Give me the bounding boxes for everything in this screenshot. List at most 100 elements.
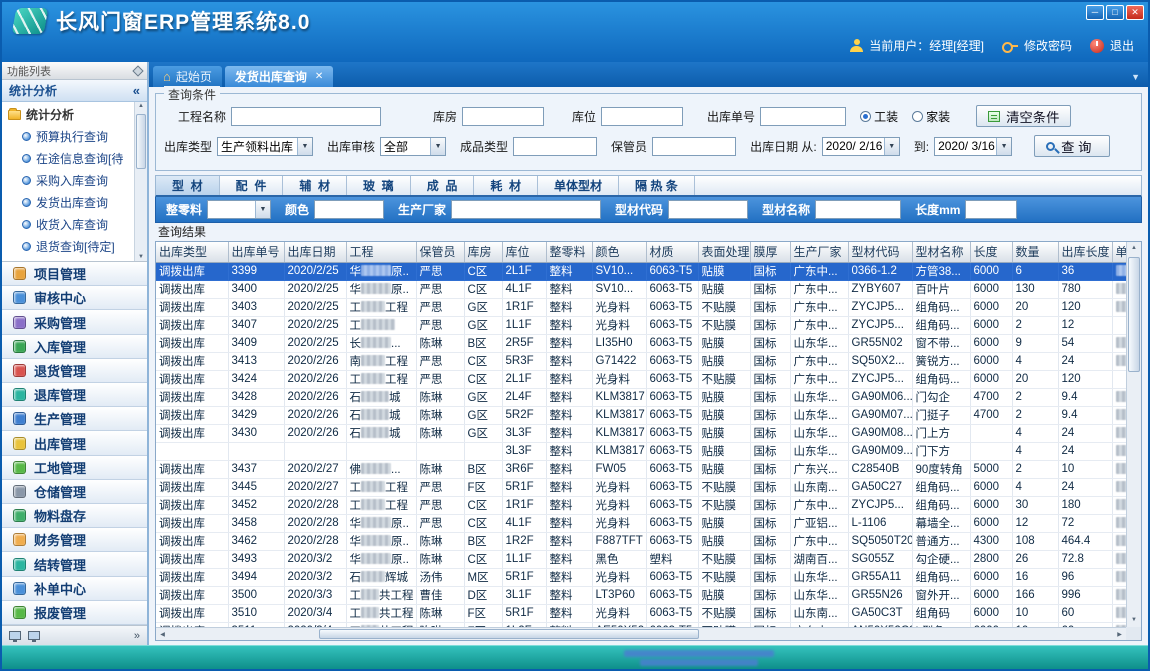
date-to-picker[interactable]: 2020/ 3/16 ▼ bbox=[934, 137, 1012, 156]
monitor-icon[interactable] bbox=[9, 631, 21, 640]
sidebar-item-outbound[interactable]: 出库管理 bbox=[2, 431, 147, 455]
computer-icon[interactable] bbox=[28, 631, 40, 640]
material-tab-profile[interactable]: 型 材 bbox=[156, 176, 220, 195]
minimize-button[interactable]: ─ bbox=[1086, 5, 1104, 20]
dropdown-arrow-icon[interactable]: ▼ bbox=[297, 138, 312, 155]
tree-item[interactable]: 退货查询[待定] bbox=[4, 235, 133, 257]
radio-gongzhuang[interactable] bbox=[860, 111, 871, 122]
tree-root[interactable]: 统计分析 bbox=[4, 104, 133, 125]
column-header[interactable]: 出库单号 bbox=[228, 242, 284, 262]
sidebar-item-audit[interactable]: 审核中心 bbox=[2, 286, 147, 310]
sidebar-item-stocktake[interactable]: 物料盘存 bbox=[2, 504, 147, 528]
column-header[interactable]: 数量 bbox=[1012, 242, 1058, 262]
tree-item[interactable]: 在途信息查询[待 bbox=[4, 147, 133, 169]
column-header[interactable]: 出库长度 bbox=[1058, 242, 1112, 262]
scroll-up-icon[interactable]: ▲ bbox=[138, 103, 144, 109]
scroll-down-icon[interactable]: ▼ bbox=[138, 254, 144, 260]
table-row[interactable]: 调拨出库34242020/2/26工工程严思C区2L1F整料光身料6063-T5… bbox=[156, 370, 1142, 388]
tree-scroll-thumb[interactable] bbox=[136, 114, 146, 169]
column-header[interactable]: 长度 bbox=[970, 242, 1012, 262]
product-type-input[interactable] bbox=[513, 137, 597, 156]
table-row[interactable]: 调拨出库34072020/2/25工严思G区1L1F整料光身料6063-T5不贴… bbox=[156, 316, 1142, 334]
tree-item[interactable]: 预算执行查询 bbox=[4, 125, 133, 147]
close-button[interactable]: ✕ bbox=[1126, 5, 1144, 20]
sidebar-item-return-store[interactable]: 退库管理 bbox=[2, 383, 147, 407]
table-row[interactable]: 调拨出库34002020/2/25华原..严思C区4L1F整料SV10...60… bbox=[156, 280, 1142, 298]
tab-close-icon[interactable]: ✕ bbox=[315, 71, 323, 82]
table-row[interactable]: 调拨出库34942020/3/2石辉城汤伟M区5R1F整料光身料6063-T5不… bbox=[156, 568, 1142, 586]
column-header[interactable]: 库房 bbox=[464, 242, 502, 262]
scroll-up-icon[interactable]: ▲ bbox=[1127, 242, 1141, 255]
column-header[interactable]: 型材代码 bbox=[848, 242, 912, 262]
manufacturer-input[interactable] bbox=[451, 200, 601, 219]
whole-part-select[interactable]: 全部 ▼ bbox=[207, 200, 271, 219]
tree-item[interactable]: 发货出库查询 bbox=[4, 191, 133, 213]
dropdown-arrow-icon[interactable]: ▼ bbox=[255, 201, 270, 218]
sidebar-item-site[interactable]: 工地管理 bbox=[2, 456, 147, 480]
column-header[interactable]: 膜厚 bbox=[750, 242, 790, 262]
column-header[interactable]: 出库类型 bbox=[156, 242, 228, 262]
column-header[interactable]: 出库日期 bbox=[284, 242, 346, 262]
warehouse-input[interactable] bbox=[462, 107, 544, 126]
sidebar-item-returns[interactable]: 退货管理 bbox=[2, 359, 147, 383]
out-type-select[interactable]: 生产领料出库 ▼ bbox=[217, 137, 313, 156]
table-row[interactable]: 调拨出库34132020/2/26南工程严思C区5R3F整料G714226063… bbox=[156, 352, 1142, 370]
table-row[interactable]: 调拨出库34372020/2/27佛...陈琳B区3R6F整料FW056063-… bbox=[156, 460, 1142, 478]
clear-conditions-button[interactable]: 清空条件 bbox=[976, 105, 1071, 127]
sidebar-item-purchase[interactable]: 采购管理 bbox=[2, 310, 147, 334]
date-from-picker[interactable]: 2020/ 2/16 ▼ bbox=[822, 137, 900, 156]
column-header[interactable]: 生产厂家 bbox=[790, 242, 848, 262]
tab-list-caret-icon[interactable]: ▼ bbox=[1131, 72, 1140, 82]
length-input[interactable] bbox=[965, 200, 1017, 219]
sidebar-item-warehouse[interactable]: 仓储管理 bbox=[2, 480, 147, 504]
horizontal-scroll-thumb[interactable] bbox=[319, 629, 699, 639]
tree-item[interactable]: 退库管理[待定] bbox=[4, 257, 133, 262]
tree-item[interactable]: 采购入库查询 bbox=[4, 169, 133, 191]
maximize-button[interactable]: □ bbox=[1106, 5, 1124, 20]
search-button[interactable]: 查 询 bbox=[1034, 135, 1110, 157]
column-header[interactable]: 材质 bbox=[646, 242, 698, 262]
tree-item[interactable]: 收货入库查询 bbox=[4, 213, 133, 235]
column-header[interactable]: 表面处理 bbox=[698, 242, 750, 262]
sidebar-item-project[interactable]: 项目管理 bbox=[2, 262, 147, 286]
dropdown-arrow-icon[interactable]: ▼ bbox=[884, 138, 899, 155]
column-header[interactable]: 颜色 bbox=[592, 242, 646, 262]
table-row[interactable]: 3L3F整料KLM38176063-T5贴膜国标山东华...GA90M09...… bbox=[156, 442, 1142, 460]
table-row[interactable]: 调拨出库34932020/3/2华原..陈琳C区1L1F整料黑色塑料不贴膜国标湖… bbox=[156, 550, 1142, 568]
scroll-right-icon[interactable]: ▶ bbox=[1113, 631, 1126, 638]
overflow-icon[interactable]: » bbox=[134, 630, 140, 642]
column-header[interactable]: 型材名称 bbox=[912, 242, 970, 262]
sidebar-item-inbound[interactable]: 入库管理 bbox=[2, 335, 147, 359]
sidebar-item-supplement[interactable]: 补单中心 bbox=[2, 577, 147, 601]
sidebar-item-production[interactable]: 生产管理 bbox=[2, 407, 147, 431]
column-header[interactable]: 工程 bbox=[346, 242, 416, 262]
material-tab-insulation[interactable]: 隔 热 条 bbox=[619, 176, 695, 195]
sidebar-item-finance[interactable]: 财务管理 bbox=[2, 528, 147, 552]
profile-code-input[interactable] bbox=[668, 200, 748, 219]
pin-icon[interactable] bbox=[132, 65, 143, 76]
sidebar-item-carryover[interactable]: 结转管理 bbox=[2, 552, 147, 576]
change-password-link[interactable]: 修改密码 bbox=[1024, 37, 1072, 54]
tab-shipping-outbound-query[interactable]: 发货出库查询 ✕ bbox=[225, 66, 333, 87]
material-tab-consumable[interactable]: 耗 材 bbox=[474, 176, 538, 195]
table-row[interactable]: 调拨出库34282020/2/26石城陈琳G区2L4F整料KLM38176063… bbox=[156, 388, 1142, 406]
dropdown-arrow-icon[interactable]: ▼ bbox=[430, 138, 445, 155]
dropdown-arrow-icon[interactable]: ▼ bbox=[996, 138, 1011, 155]
vertical-scroll-thumb[interactable] bbox=[1128, 257, 1140, 372]
material-tab-auxiliary[interactable]: 辅 材 bbox=[283, 176, 347, 195]
material-tab-product[interactable]: 成 品 bbox=[411, 176, 475, 195]
table-row[interactable]: 调拨出库34292020/2/26石城陈琳G区5R2F整料KLM38176063… bbox=[156, 406, 1142, 424]
scroll-down-icon[interactable]: ▼ bbox=[1127, 614, 1141, 627]
column-header[interactable]: 保管员 bbox=[416, 242, 464, 262]
sidebar-item-scrap[interactable]: 报废管理 bbox=[2, 601, 147, 625]
collapse-icon[interactable]: « bbox=[133, 83, 140, 98]
scroll-left-icon[interactable]: ◀ bbox=[156, 631, 169, 638]
table-row[interactable]: 调拨出库34622020/2/28华原..陈琳B区1R2F整料F887TFT60… bbox=[156, 532, 1142, 550]
material-tab-single-profile[interactable]: 单体型材 bbox=[538, 176, 619, 195]
table-row[interactable]: 调拨出库35002020/3/3工共工程曹佳D区3L1F整料LT3P606063… bbox=[156, 586, 1142, 604]
horizontal-scrollbar[interactable]: ◀ ▶ bbox=[156, 627, 1126, 640]
table-row[interactable]: 调拨出库33992020/2/25华原..严思C区2L1F整料SV10...60… bbox=[156, 262, 1142, 280]
order-no-input[interactable] bbox=[760, 107, 846, 126]
column-header[interactable]: 整零料 bbox=[546, 242, 592, 262]
table-row[interactable]: 调拨出库34582020/2/28华原..严思C区4L1F整料光身料6063-T… bbox=[156, 514, 1142, 532]
